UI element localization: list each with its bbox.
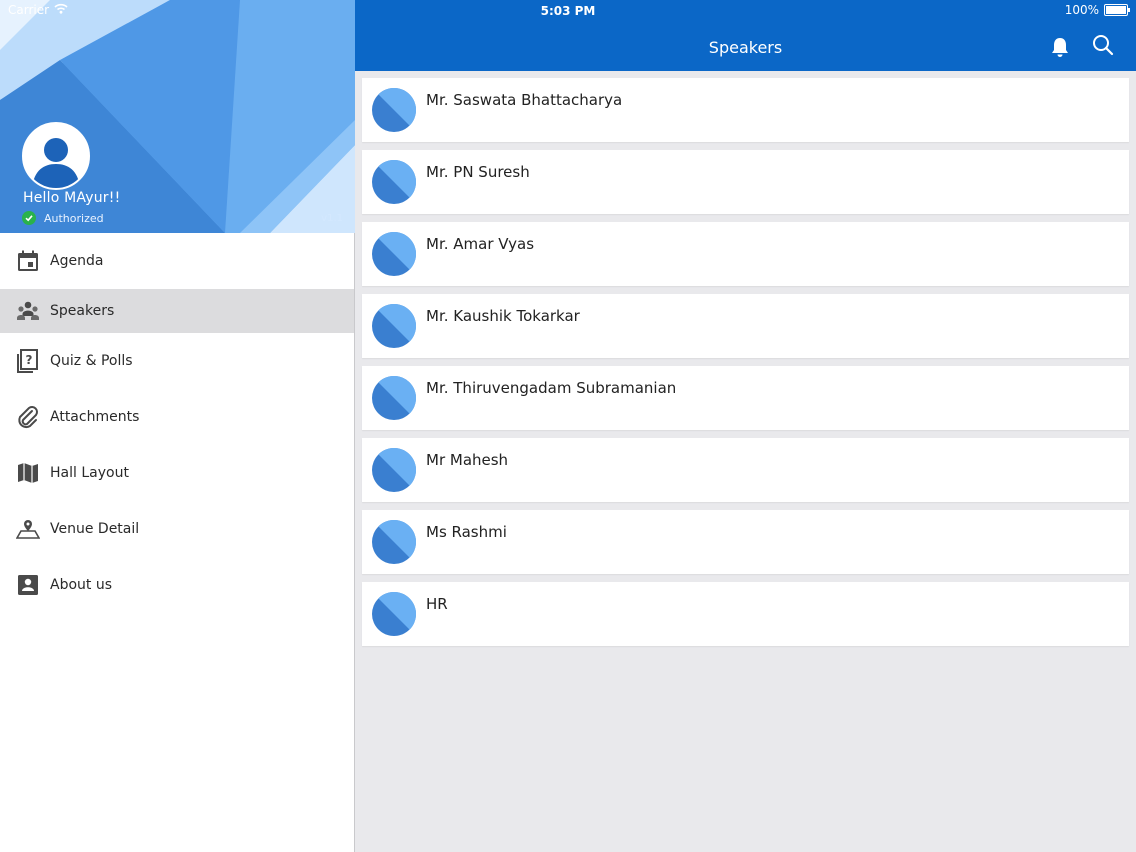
menu-item-quiz-polls[interactable]: ? Quiz & Polls: [0, 333, 354, 389]
menu-item-speakers[interactable]: Speakers: [0, 289, 354, 333]
speaker-avatar-icon: [372, 376, 416, 420]
user-avatar[interactable]: [22, 122, 90, 190]
navigation-drawer: Hello MAyur!! Authorized v1.1 Agenda Spe…: [0, 0, 355, 852]
menu-label: Hall Layout: [50, 465, 129, 481]
speaker-name: Mr. Saswata Bhattacharya: [426, 91, 623, 109]
speaker-card[interactable]: Mr Mahesh: [362, 438, 1129, 502]
speaker-card[interactable]: Mr. Thiruvengadam Subramanian: [362, 366, 1129, 430]
speakers-icon: [16, 299, 40, 323]
speaker-avatar-icon: [372, 88, 416, 132]
menu-label: About us: [50, 577, 113, 593]
menu-label: Quiz & Polls: [50, 353, 133, 369]
speaker-name: Ms Rashmi: [426, 523, 507, 541]
speaker-card[interactable]: Ms Rashmi: [362, 510, 1129, 574]
speaker-card[interactable]: Mr. PN Suresh: [362, 150, 1129, 214]
auth-status-label: Authorized: [44, 211, 104, 225]
speaker-avatar-icon: [372, 592, 416, 636]
auth-status: Authorized: [22, 211, 104, 225]
speaker-avatar-icon: [372, 448, 416, 492]
menu-item-attachments[interactable]: Attachments: [0, 389, 354, 445]
paperclip-icon: [16, 405, 40, 429]
quiz-icon: ?: [16, 349, 40, 373]
menu-label: Agenda: [50, 253, 104, 269]
speaker-card[interactable]: Mr. Saswata Bhattacharya: [362, 78, 1129, 142]
app-version: v1.1: [321, 213, 343, 224]
battery-percent: 100%: [1064, 3, 1099, 17]
menu-label: Attachments: [50, 409, 140, 425]
notifications-button[interactable]: [1049, 36, 1071, 58]
speaker-avatar-icon: [372, 160, 416, 204]
speaker-avatar-icon: [372, 520, 416, 564]
search-button[interactable]: [1092, 34, 1114, 56]
page-title: Speakers: [708, 38, 783, 57]
contact-card-icon: [16, 573, 40, 597]
speaker-card[interactable]: Mr. Amar Vyas: [362, 222, 1129, 286]
speaker-name: Mr. Thiruvengadam Subramanian: [426, 379, 677, 397]
status-time: 5:03 PM: [540, 4, 596, 18]
venue-map-icon: [16, 517, 40, 541]
menu-item-about-us[interactable]: About us: [0, 557, 354, 613]
calendar-icon: [16, 249, 40, 273]
speaker-name: Mr. Amar Vyas: [426, 235, 535, 253]
menu-item-agenda[interactable]: Agenda: [0, 233, 354, 289]
user-silhouette-icon: [24, 124, 88, 188]
menu-label: Speakers: [50, 303, 115, 319]
map-icon: [16, 461, 40, 485]
speaker-avatar-icon: [372, 304, 416, 348]
status-battery: 100%: [1064, 3, 1130, 17]
speaker-avatar-icon: [372, 232, 416, 276]
speaker-card[interactable]: HR: [362, 582, 1129, 646]
speaker-list: Mr. Saswata Bhattacharya Mr. PN Suresh M…: [362, 78, 1129, 654]
menu-item-venue-detail[interactable]: Venue Detail: [0, 501, 354, 557]
menu-label: Venue Detail: [50, 521, 140, 537]
speaker-card[interactable]: Mr. Kaushik Tokarkar: [362, 294, 1129, 358]
speaker-name: Mr. PN Suresh: [426, 163, 530, 181]
search-icon: [1093, 35, 1114, 56]
battery-icon: [1104, 4, 1130, 16]
drawer-menu: Agenda Speakers ? Quiz & Polls Attachmen…: [0, 233, 354, 613]
check-circle-icon: [22, 211, 36, 225]
speaker-name: HR: [426, 595, 448, 613]
bell-icon: [1052, 38, 1068, 57]
svg-text:?: ?: [26, 353, 33, 367]
greeting-text: Hello MAyur!!: [23, 190, 121, 206]
speaker-name: Mr Mahesh: [426, 451, 509, 469]
speaker-name: Mr. Kaushik Tokarkar: [426, 307, 580, 325]
menu-item-hall-layout[interactable]: Hall Layout: [0, 445, 354, 501]
drawer-header: Hello MAyur!! Authorized v1.1: [0, 0, 355, 233]
